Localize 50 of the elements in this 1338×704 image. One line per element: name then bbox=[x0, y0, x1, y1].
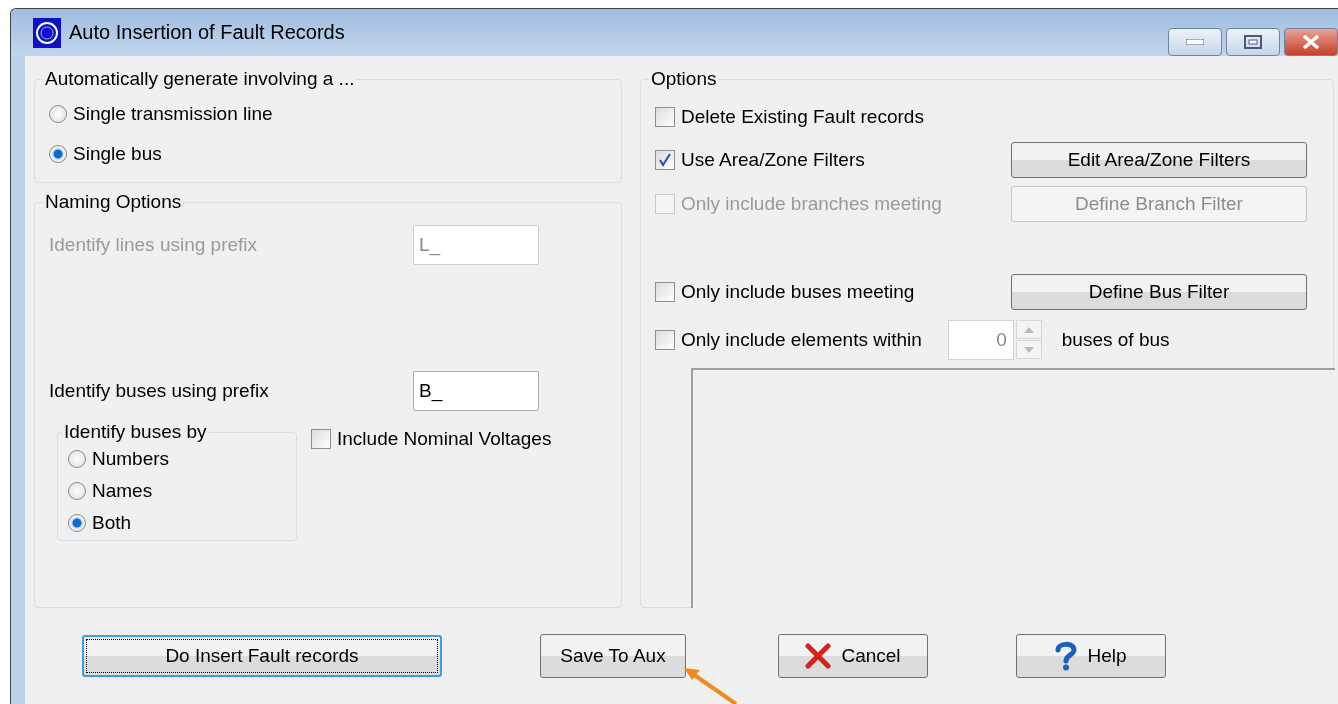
radio-label: Names bbox=[92, 480, 153, 502]
dialog-button[interactable]: Do Insert Fault records bbox=[82, 635, 442, 677]
spin-up-button[interactable] bbox=[1015, 320, 1042, 339]
up-caret-icon bbox=[1023, 326, 1034, 333]
checkbox[interactable] bbox=[311, 429, 331, 449]
radio-button[interactable] bbox=[68, 482, 86, 500]
group-title: Naming Options bbox=[44, 191, 183, 213]
checkbox[interactable] bbox=[655, 330, 675, 350]
field-label: Identify buses using prefix bbox=[49, 380, 269, 402]
radio-label: Numbers bbox=[92, 448, 170, 470]
close-button[interactable] bbox=[1284, 28, 1338, 56]
checkbox-label: Use Area/Zone Filters bbox=[681, 149, 865, 171]
prefix-field[interactable]: B_ bbox=[413, 371, 539, 411]
minimize-button[interactable] bbox=[1168, 28, 1222, 56]
checkbox[interactable] bbox=[655, 107, 675, 127]
down-caret-icon bbox=[1023, 346, 1034, 353]
spin-suffix: buses of bus bbox=[1061, 329, 1170, 351]
checkbox-label: Only include branches meeting bbox=[681, 193, 942, 215]
field-label: Identify lines using prefix bbox=[49, 234, 258, 256]
radio-button[interactable] bbox=[49, 105, 67, 123]
dialog-button[interactable]: Cancel bbox=[778, 634, 928, 678]
checkbox-label: Delete Existing Fault records bbox=[681, 106, 924, 128]
radio-button[interactable] bbox=[68, 450, 86, 468]
minimize-icon bbox=[1186, 39, 1204, 45]
group-title: Identify buses by bbox=[63, 421, 208, 443]
dialog-button[interactable]: Help bbox=[1016, 634, 1166, 678]
checkbox[interactable] bbox=[655, 150, 675, 170]
radio-button[interactable] bbox=[68, 514, 86, 532]
cancel-icon bbox=[805, 643, 832, 669]
filter-button[interactable]: Edit Area/Zone Filters bbox=[1011, 142, 1307, 178]
checkbox-label: Only include elements within bbox=[681, 329, 922, 351]
filter-button[interactable]: Define Bus Filter bbox=[1011, 274, 1307, 310]
spin-down-button[interactable] bbox=[1015, 340, 1042, 359]
close-icon bbox=[1301, 34, 1321, 50]
radio-label: Single transmission line bbox=[73, 103, 273, 125]
checkbox-label: Include Nominal Voltages bbox=[337, 428, 552, 450]
checkbox-label: Only include buses meeting bbox=[681, 281, 915, 303]
radio-label: Single bus bbox=[73, 143, 162, 165]
maximize-button[interactable] bbox=[1226, 28, 1280, 56]
checkbox[interactable] bbox=[655, 282, 675, 302]
help-icon bbox=[1055, 641, 1078, 671]
radio-button[interactable] bbox=[49, 145, 67, 163]
number-field[interactable]: 0 bbox=[947, 320, 1014, 360]
app-icon bbox=[33, 17, 61, 48]
window-title: Auto Insertion of Fault Records bbox=[69, 21, 346, 44]
group-title: Options bbox=[650, 68, 718, 90]
dialog-button[interactable]: Save To Aux bbox=[540, 634, 686, 678]
group-title: Automatically generate involving a ... bbox=[44, 68, 356, 90]
maximize-icon bbox=[1244, 35, 1262, 49]
radio-label: Both bbox=[92, 512, 132, 534]
